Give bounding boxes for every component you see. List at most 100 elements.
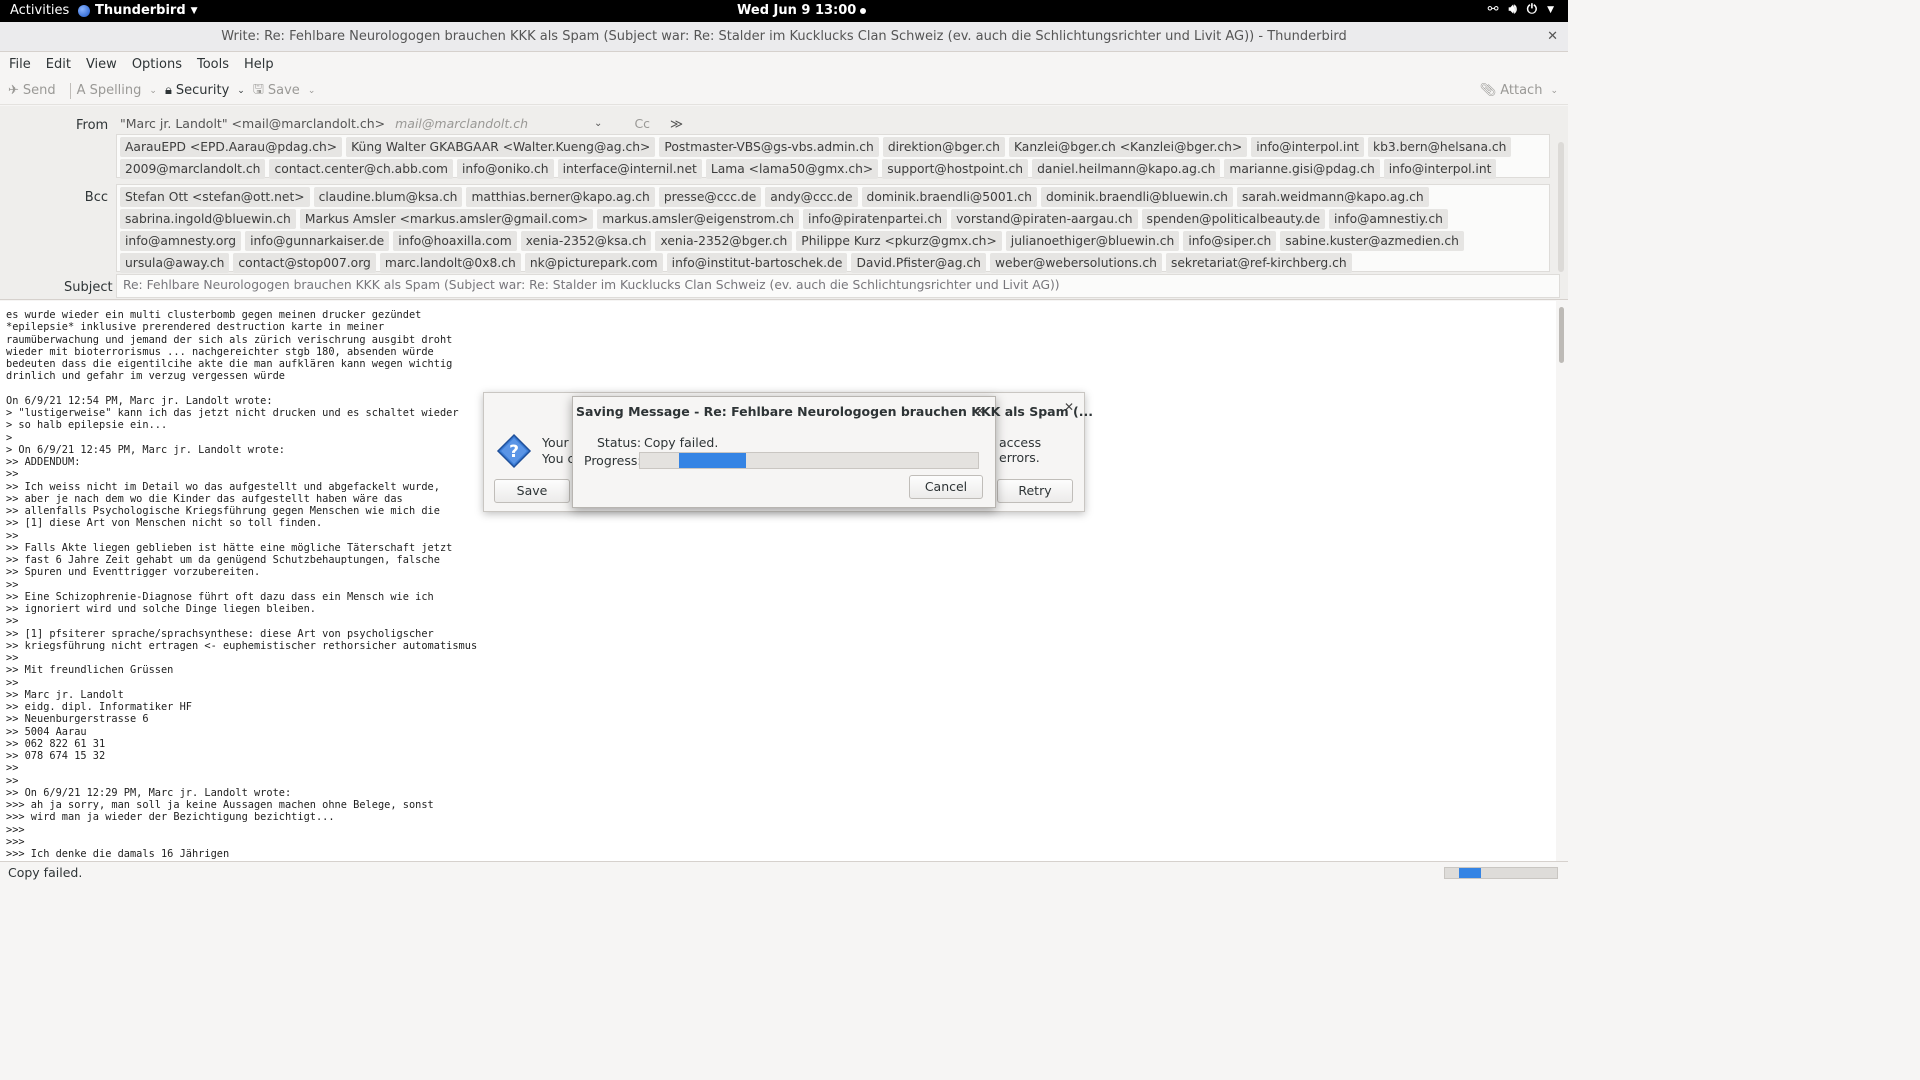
menu-help[interactable]: Help xyxy=(244,57,274,72)
recipient-pill[interactable]: Philippe Kurz <pkurz@gmx.ch> xyxy=(796,231,1002,251)
from-field[interactable]: "Marc jr. Landolt" <mail@marclandolt.ch>… xyxy=(120,116,683,131)
compose-toolbar: ✈ Send A Spelling ⌄ 🔒︎ Security ⌄ 🖫 Save ⌄ 📎︎ At… xyxy=(0,77,1568,105)
chevron-down-icon[interactable]: ⌄ xyxy=(237,86,245,96)
close-window-icon[interactable]: ✕ xyxy=(1547,22,1558,52)
activities-button[interactable]: Activities xyxy=(10,3,69,18)
chevron-down-icon: ▼ xyxy=(1547,4,1554,15)
more-recipients-icon[interactable]: ≫ xyxy=(670,116,683,131)
recipient-pill[interactable]: support@hostpoint.ch xyxy=(882,159,1029,179)
recipient-pill[interactable]: markus.amsler@eigenstrom.ch xyxy=(597,209,800,229)
recipient-pill[interactable]: Postmaster-VBS@gs-vbs.admin.ch xyxy=(659,137,879,157)
menu-tools[interactable]: Tools xyxy=(197,57,229,72)
recipient-pill[interactable]: julianoethiger@bluewin.ch xyxy=(1005,231,1180,251)
scrollbar-thumb[interactable] xyxy=(1559,307,1564,363)
spelling-button[interactable]: A Spelling ⌄ xyxy=(77,83,157,98)
recipient-pill[interactable]: info@gunnarkaiser.de xyxy=(245,231,390,251)
chevron-down-icon: ▼ xyxy=(190,5,198,16)
message-body-editor[interactable]: es wurde wieder ein multi clusterbomb ge… xyxy=(0,301,1556,861)
recipient-pill[interactable]: info@institut-bartoschek.de xyxy=(666,253,848,273)
subject-input[interactable]: Re: Fehlbare Neurologogen brauchen KKK a… xyxy=(116,274,1560,298)
recipient-pill[interactable]: sabine.kuster@azmedien.ch xyxy=(1280,231,1464,251)
recipient-pill[interactable]: xenia-2352@ksa.ch xyxy=(520,231,652,251)
recipient-pill[interactable]: presse@ccc.de xyxy=(658,187,762,207)
headers-scrollbar[interactable] xyxy=(1558,142,1564,272)
recipient-pill[interactable]: info@interpol.int xyxy=(1383,159,1497,179)
save-button[interactable]: Save xyxy=(494,479,570,503)
chevron-down-icon[interactable]: ⌄ xyxy=(149,86,157,96)
recipient-pill[interactable]: claudine.blum@ksa.ch xyxy=(313,187,463,207)
progress-bar xyxy=(639,452,979,469)
send-icon: ✈ xyxy=(8,83,19,98)
send-button[interactable]: ✈ Send xyxy=(8,83,56,98)
recipient-pill[interactable]: 2009@marclandolt.ch xyxy=(120,159,266,179)
recipient-pill[interactable]: Lama <lama50@gmx.ch> xyxy=(705,159,879,179)
system-tray[interactable]: ⚯ 🔊︎ ⏻ ▼ xyxy=(1488,2,1554,17)
recipient-pill[interactable]: AarauEPD <EPD.Aarau@pdag.ch> xyxy=(120,137,343,157)
recipient-pill[interactable]: info@piratenpartei.ch xyxy=(803,209,948,229)
menu-view[interactable]: View xyxy=(86,57,117,72)
recipient-pill[interactable]: daniel.heilmann@kapo.ag.ch xyxy=(1032,159,1221,179)
recipient-pill[interactable]: direktion@bger.ch xyxy=(882,137,1005,157)
recipient-pill[interactable]: matthias.berner@kapo.ag.ch xyxy=(466,187,655,207)
recipient-pill[interactable]: info@siper.ch xyxy=(1183,231,1277,251)
recipient-pill[interactable]: spenden@politicalbeauty.de xyxy=(1141,209,1326,229)
spelling-label: Spelling xyxy=(89,83,142,98)
recipient-pill[interactable]: David.Pfister@ag.ch xyxy=(851,253,986,273)
app-menu[interactable]: Thunderbird ▼ xyxy=(78,3,198,18)
recipient-pill[interactable]: info@interpol.int xyxy=(1251,137,1364,157)
recipient-pill[interactable]: info@amnesty.org xyxy=(120,231,242,251)
recipient-pill[interactable]: info@hoaxilla.com xyxy=(393,231,517,251)
recipient-pill[interactable]: info@amnestiy.ch xyxy=(1329,209,1448,229)
recipient-pill[interactable]: info@oniko.ch xyxy=(457,159,554,179)
dialog-message-tail: access errors. xyxy=(999,435,1042,465)
bcc-recipients-field[interactable]: Stefan Ott <stefan@ott.net> claudine.blum… xyxy=(116,184,1550,273)
message-body-text[interactable]: es wurde wieder ein multi clusterbomb ge… xyxy=(0,301,1556,861)
security-button[interactable]: 🔒︎ Security ⌄ xyxy=(165,83,245,98)
cc-button[interactable]: Cc xyxy=(634,116,650,131)
recipient-pill[interactable]: nk@picturepark.com xyxy=(524,253,663,273)
recipient-pill[interactable]: Küng Walter GKABGAAR <Walter.Kueng@ag.ch… xyxy=(346,137,656,157)
menu-edit[interactable]: Edit xyxy=(46,57,71,72)
app-name: Thunderbird xyxy=(95,3,186,18)
menu-options[interactable]: Options xyxy=(132,57,182,72)
attach-button[interactable]: 📎︎ Attach ⌄ xyxy=(1480,83,1558,98)
recipient-pill[interactable]: vorstand@piraten-aargau.ch xyxy=(951,209,1138,229)
save-button[interactable]: 🖫 Save ⌄ xyxy=(253,80,316,102)
recipient-pill[interactable]: interface@internil.net xyxy=(557,159,702,179)
recipient-pill[interactable]: andy@ccc.de xyxy=(765,187,858,207)
window-titlebar: Write: Re: Fehlbare Neurologogen brauche… xyxy=(0,22,1568,52)
recipient-pill[interactable]: dominik.braendli@bluewin.ch xyxy=(1040,187,1233,207)
chevron-down-icon[interactable]: ⌄ xyxy=(308,86,316,96)
status-progress-bar xyxy=(1444,867,1558,879)
cancel-button[interactable]: Cancel xyxy=(909,475,983,499)
retry-button[interactable]: Retry xyxy=(997,479,1073,503)
recipient-pill[interactable]: Kanzlei@bger.ch <Kanzlei@bger.ch> xyxy=(1008,137,1248,157)
recipient-pill[interactable]: Markus Amsler <markus.amsler@gmail.com> xyxy=(299,209,594,229)
power-icon: ⏻ xyxy=(1526,2,1538,17)
from-label: From xyxy=(76,118,109,133)
from-value[interactable]: "Marc jr. Landolt" <mail@marclandolt.ch> xyxy=(120,116,385,131)
recipient-pill[interactable]: dominik.braendli@5001.ch xyxy=(861,187,1037,207)
clock[interactable]: Wed Jun 9 13:00 xyxy=(737,3,867,18)
to-recipients-field[interactable]: AarauEPD <EPD.Aarau@pdag.ch> Küng Walter … xyxy=(116,134,1550,179)
recipient-pill[interactable]: weber@webersolutions.ch xyxy=(989,253,1162,273)
recipient-pill[interactable]: marianne.gisi@pdag.ch xyxy=(1224,159,1380,179)
recipient-pill[interactable]: sabrina.ingold@bluewin.ch xyxy=(120,209,296,229)
recipient-pill[interactable]: sarah.weidmann@kapo.ag.ch xyxy=(1236,187,1429,207)
menu-bar: File Edit View Options Tools Help xyxy=(0,52,1568,76)
save-label: Save xyxy=(267,83,300,98)
recipient-pill[interactable]: Stefan Ott <stefan@ott.net> xyxy=(120,187,310,207)
recipient-pill[interactable]: contact@stop007.org xyxy=(233,253,376,273)
recipient-pill[interactable]: xenia-2352@bger.ch xyxy=(655,231,793,251)
menu-file[interactable]: File xyxy=(9,57,31,72)
body-scrollbar[interactable] xyxy=(1556,301,1568,861)
recipient-pill[interactable]: ursula@away.ch xyxy=(120,253,230,273)
chevron-down-icon[interactable]: ⌄ xyxy=(594,118,602,129)
from-email-placeholder[interactable]: mail@marclandolt.ch xyxy=(395,116,528,131)
recipient-pill[interactable]: kb3.bern@helsana.ch xyxy=(1367,137,1512,157)
recipient-pill[interactable]: marc.landolt@0x8.ch xyxy=(379,253,521,273)
chevron-down-icon[interactable]: ⌄ xyxy=(1550,86,1558,96)
close-icon[interactable]: ✕ xyxy=(975,404,985,418)
recipient-pill[interactable]: sekretariat@ref-kirchberg.ch xyxy=(1165,253,1352,273)
recipient-pill[interactable]: contact.center@ch.abb.com xyxy=(269,159,454,179)
